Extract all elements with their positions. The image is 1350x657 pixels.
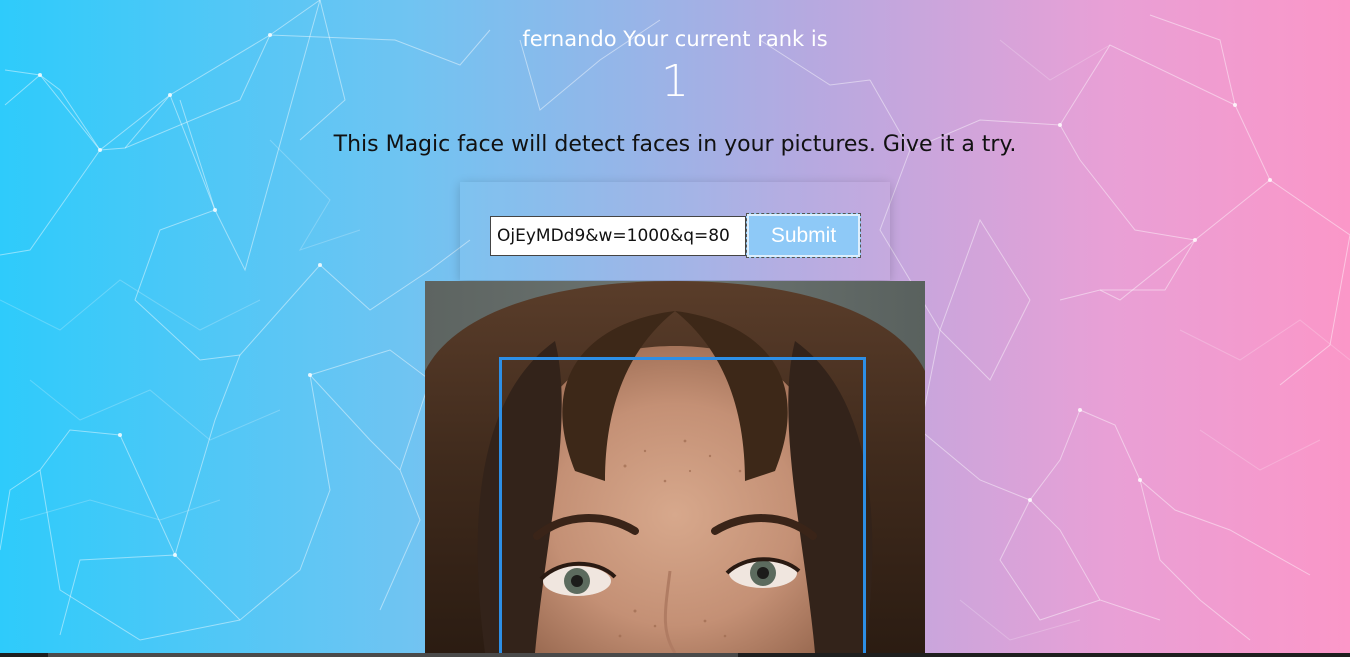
image-url-input[interactable]: OjEyMDd9&w=1000&q=80 xyxy=(490,216,746,256)
face-detection-box xyxy=(499,357,866,657)
submit-button[interactable]: Submit xyxy=(746,213,861,258)
tagline-text: This Magic face will detect faces in you… xyxy=(333,132,1017,157)
greeting-text: fernando Your current rank is xyxy=(522,27,828,51)
scrollbar-thumb[interactable] xyxy=(48,653,738,657)
rank-value: 1 xyxy=(661,56,689,107)
